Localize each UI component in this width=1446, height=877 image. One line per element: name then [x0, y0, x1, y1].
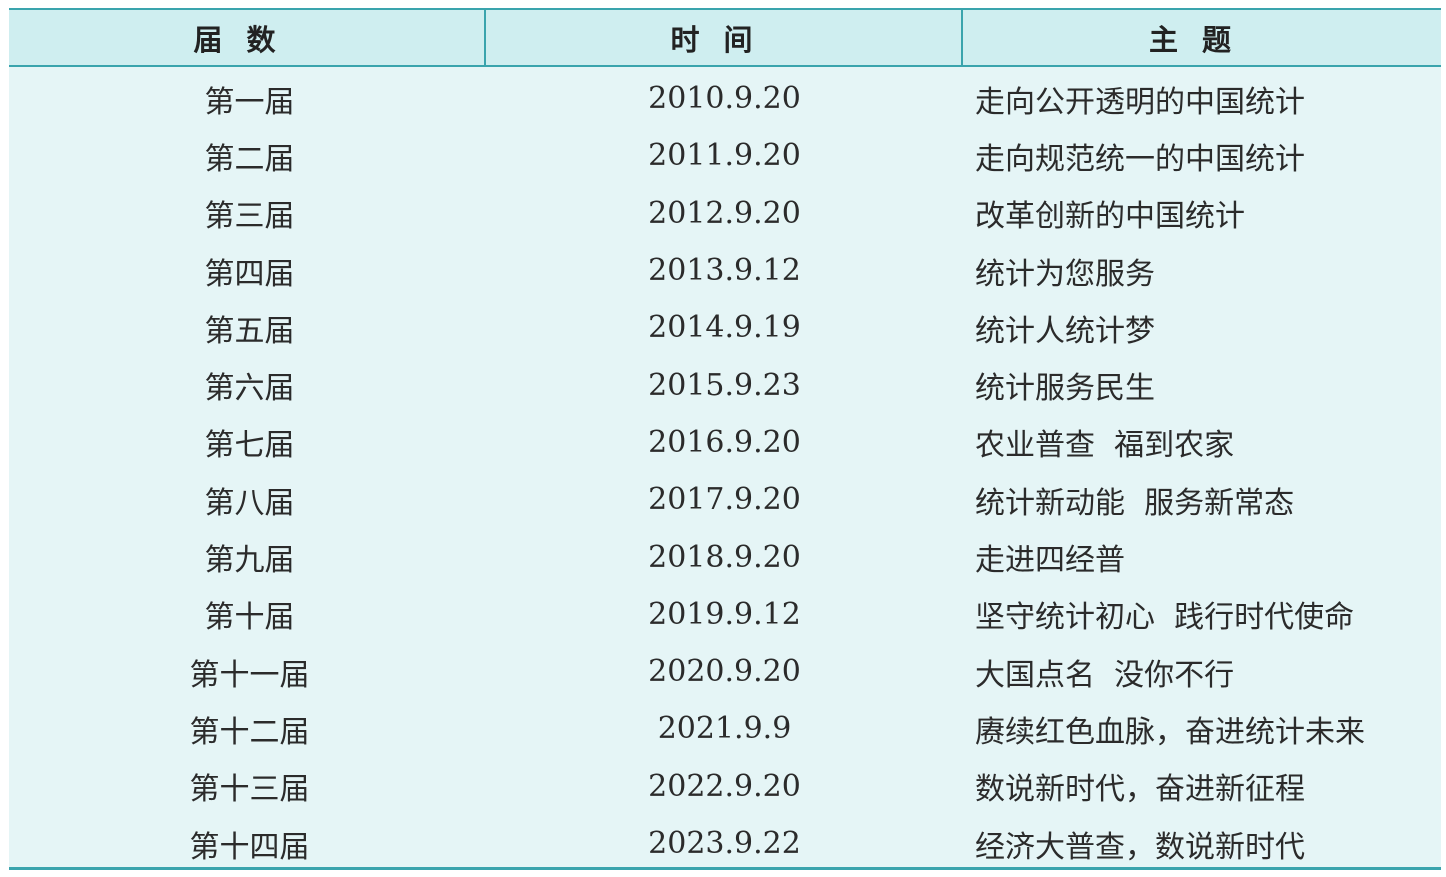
session-cell: 第二届 — [204, 141, 295, 177]
date-cell: 2011.9.20 — [648, 138, 801, 174]
session-cell: 第十届 — [204, 600, 295, 636]
theme-cell: 统计人统计梦 — [975, 313, 1155, 349]
data-table: 届数 时间 主题 第一届 2010.9.20 走向公开透明的中国统计 第二届 2… — [9, 8, 1441, 870]
date-cell: 2020.9.20 — [648, 654, 801, 690]
table-row: 第五届 2014.9.19 统计人统计梦 — [9, 299, 1441, 356]
date-cell: 2022.9.20 — [648, 768, 801, 804]
session-cell: 第十二届 — [189, 714, 310, 750]
date-cell: 2010.9.20 — [648, 81, 801, 117]
date-cell: 2015.9.23 — [648, 367, 801, 403]
header-date: 时间 — [486, 10, 963, 65]
theme-cell: 统计新动能 服务新常态 — [975, 485, 1295, 521]
theme-cell: 农业普查 福到农家 — [975, 428, 1235, 464]
table-row: 第三届 2012.9.20 改革创新的中国统计 — [9, 185, 1441, 242]
session-cell: 第三届 — [204, 199, 295, 235]
table-header: 届数 时间 主题 — [9, 10, 1441, 67]
theme-cell: 坚守统计初心 践行时代使命 — [975, 600, 1355, 636]
session-cell: 第十四届 — [189, 829, 310, 865]
table-row: 第八届 2017.9.20 统计新动能 服务新常态 — [9, 471, 1441, 528]
date-cell: 2012.9.20 — [648, 195, 801, 231]
session-cell: 第八届 — [204, 485, 295, 521]
date-cell: 2023.9.22 — [648, 826, 801, 861]
header-session: 届数 — [9, 10, 486, 65]
table-row: 第九届 2018.9.20 走进四经普 — [9, 528, 1441, 585]
table-row: 第六届 2015.9.23 统计服务民生 — [9, 356, 1441, 413]
session-cell: 第五届 — [204, 313, 295, 349]
session-cell: 第十三届 — [189, 772, 310, 808]
date-cell: 2021.9.9 — [657, 711, 792, 747]
theme-cell: 经济大普查，数说新时代 — [975, 829, 1305, 865]
table-row: 第七届 2016.9.20 农业普查 福到农家 — [9, 414, 1441, 471]
theme-cell: 走进四经普 — [975, 543, 1125, 579]
session-cell: 第六届 — [204, 371, 295, 407]
session-cell: 第九届 — [204, 543, 295, 579]
table-row: 第二届 2011.9.20 走向规范统一的中国统计 — [9, 127, 1441, 184]
table-row: 第十一届 2020.9.20 大国点名 没你不行 — [9, 643, 1441, 700]
table-row: 第十三届 2022.9.20 数说新时代，奋进新征程 — [9, 758, 1441, 815]
theme-cell: 赓续红色血脉，奋进统计未来 — [975, 714, 1365, 750]
theme-cell: 统计为您服务 — [975, 256, 1155, 292]
table-row: 第四届 2013.9.12 统计为您服务 — [9, 242, 1441, 299]
session-cell: 第四届 — [204, 256, 295, 292]
date-cell: 2019.9.12 — [648, 596, 801, 632]
table-row: 第十四届 2023.9.22 经济大普查，数说新时代 — [9, 815, 1441, 872]
table-body: 第一届 2010.9.20 走向公开透明的中国统计 第二届 2011.9.20 … — [9, 70, 1441, 872]
theme-cell: 走向规范统一的中国统计 — [975, 141, 1305, 177]
session-cell: 第一届 — [204, 84, 295, 120]
theme-cell: 改革创新的中国统计 — [975, 199, 1245, 235]
theme-cell: 大国点名 没你不行 — [975, 657, 1235, 693]
theme-cell: 走向公开透明的中国统计 — [975, 84, 1305, 120]
session-cell: 第七届 — [204, 428, 295, 464]
theme-cell: 统计服务民生 — [975, 371, 1155, 407]
table-row: 第十届 2019.9.12 坚守统计初心 践行时代使命 — [9, 586, 1441, 643]
date-cell: 2017.9.20 — [648, 482, 801, 518]
date-cell: 2018.9.20 — [648, 539, 801, 575]
table-row: 第十二届 2021.9.9 赓续红色血脉，奋进统计未来 — [9, 700, 1441, 757]
theme-cell: 数说新时代，奋进新征程 — [975, 772, 1305, 808]
date-cell: 2013.9.12 — [648, 253, 801, 289]
date-cell: 2016.9.20 — [648, 424, 801, 460]
date-cell: 2014.9.19 — [648, 310, 801, 346]
header-theme: 主题 — [1148, 22, 1255, 57]
session-cell: 第十一届 — [189, 657, 310, 693]
table-row: 第一届 2010.9.20 走向公开透明的中国统计 — [9, 70, 1441, 127]
